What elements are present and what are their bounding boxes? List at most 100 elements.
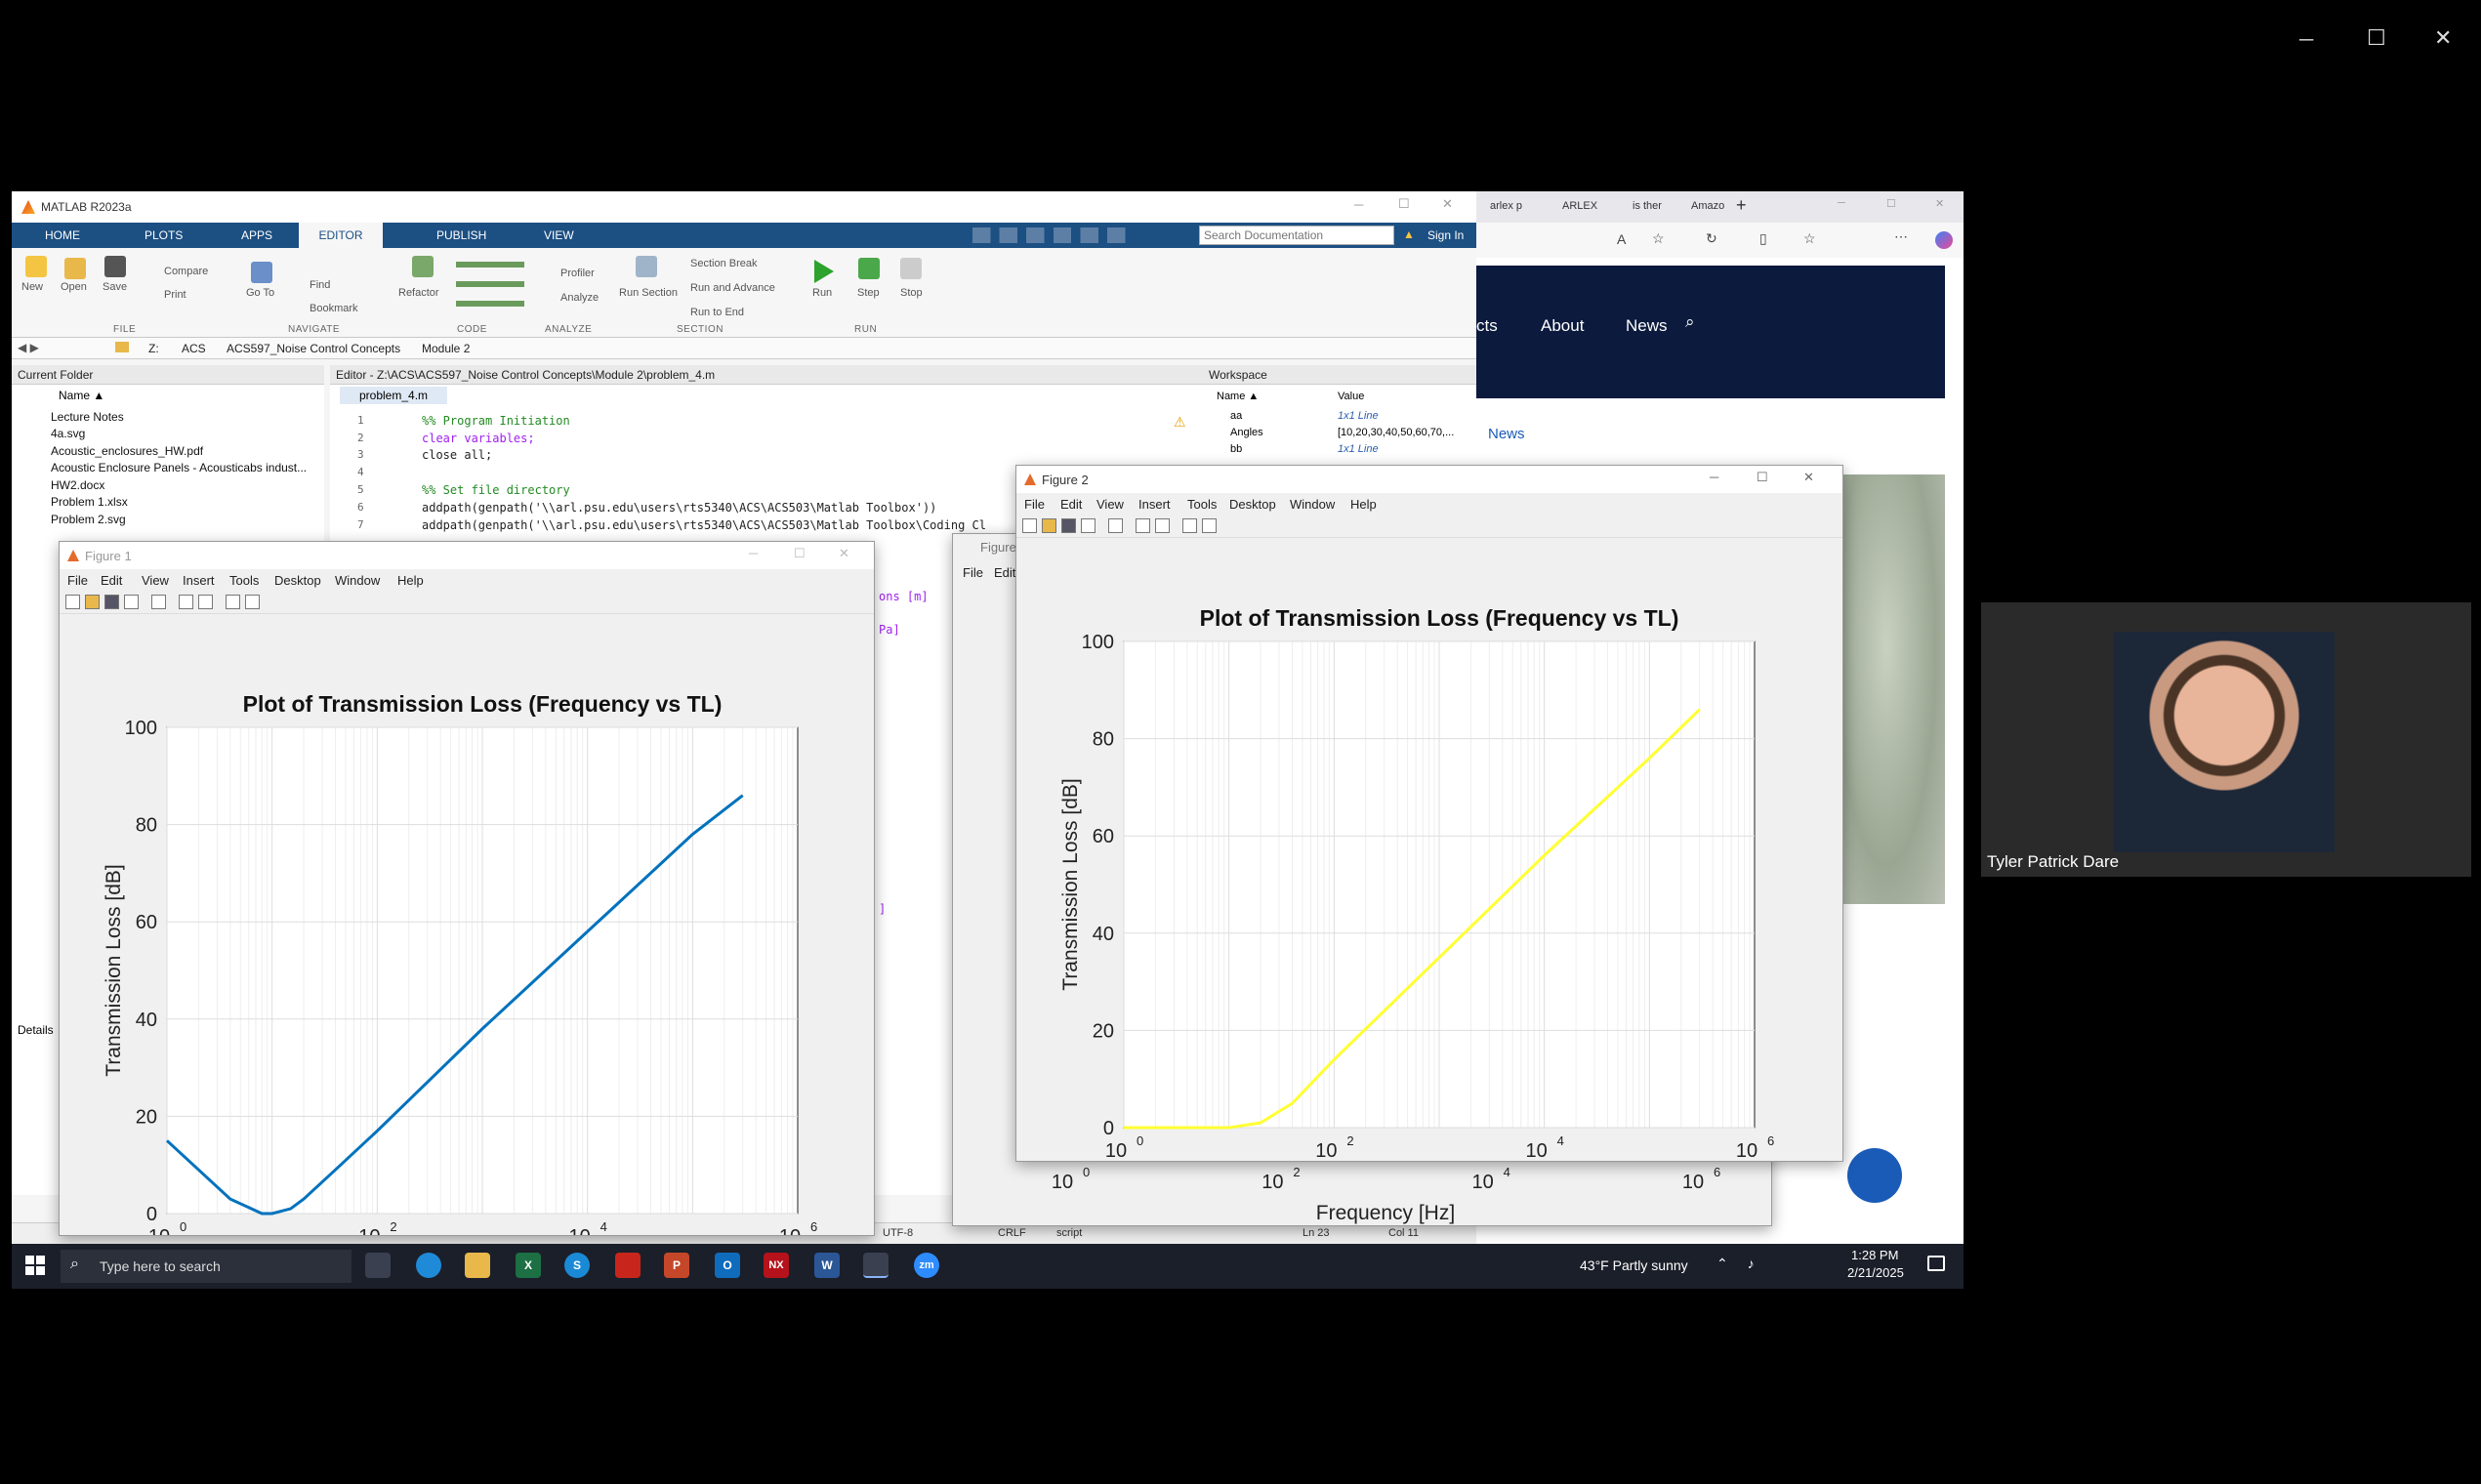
tab-home[interactable]: HOME xyxy=(45,228,80,242)
new-figure-icon[interactable] xyxy=(65,595,80,609)
copilot-icon[interactable] xyxy=(1935,231,1953,249)
menu-window[interactable]: Window xyxy=(1290,497,1335,512)
nav-products[interactable]: cts xyxy=(1476,316,1498,336)
pointer-icon[interactable] xyxy=(1182,518,1197,533)
browser-tab[interactable]: is ther xyxy=(1633,200,1662,212)
clock-time[interactable]: 1:28 PM xyxy=(1851,1248,1898,1262)
word-icon[interactable]: W xyxy=(814,1253,840,1278)
open-file-icon[interactable] xyxy=(85,595,100,609)
acrobat-icon[interactable] xyxy=(615,1253,641,1278)
maximize-button[interactable]: ☐ xyxy=(1398,196,1410,212)
refactor-button[interactable]: Refactor xyxy=(398,287,439,299)
section-break-button[interactable]: Section Break xyxy=(690,258,757,269)
new-icon[interactable] xyxy=(25,256,47,277)
menu-help[interactable]: Help xyxy=(397,573,424,588)
open-button[interactable]: Open xyxy=(61,281,87,293)
sign-in-link[interactable]: Sign In xyxy=(1427,228,1464,242)
code-line[interactable]: addpath(genpath('\\arl.psu.edu\users\rts… xyxy=(422,501,936,515)
menu-file[interactable]: File xyxy=(1024,497,1045,512)
print-button[interactable]: Print xyxy=(164,289,186,301)
colorbar-icon[interactable] xyxy=(179,595,193,609)
bell-icon[interactable]: ▲ xyxy=(1403,227,1415,241)
save-figure-icon[interactable] xyxy=(1061,518,1076,533)
save-button[interactable]: Save xyxy=(103,281,127,293)
details-label[interactable]: Details xyxy=(18,1023,54,1037)
tab-plots[interactable]: PLOTS xyxy=(145,228,183,242)
figure1-close-button[interactable]: ✕ xyxy=(839,546,849,561)
step-button[interactable]: Step xyxy=(857,287,880,299)
open-icon[interactable] xyxy=(64,258,86,279)
back-icon[interactable]: ◀ ▶ xyxy=(18,341,39,354)
legend-icon[interactable] xyxy=(1155,518,1170,533)
code-tools-icon[interactable] xyxy=(456,256,524,314)
new-button[interactable]: New xyxy=(21,281,43,293)
menu-edit[interactable]: Edit xyxy=(101,573,122,588)
address-bar[interactable]: ◀ ▶ Z: ACS ACS597_Noise Control Concepts… xyxy=(12,338,1476,359)
editor-tab[interactable]: problem_4.m xyxy=(340,387,448,404)
step-icon[interactable] xyxy=(858,258,880,279)
menu-desktop[interactable]: Desktop xyxy=(1229,497,1276,512)
find-button[interactable]: Find xyxy=(310,279,330,291)
workspace-var-name[interactable]: aa xyxy=(1230,410,1242,422)
outer-minimize-button[interactable]: ─ xyxy=(2299,29,2313,52)
workspace-var-name[interactable]: Angles xyxy=(1230,427,1263,438)
tab-view[interactable]: VIEW xyxy=(544,228,574,242)
path-segment-acs[interactable]: ACS xyxy=(182,342,206,355)
refactor-icon[interactable] xyxy=(412,256,434,277)
menu-tools[interactable]: Tools xyxy=(1187,497,1217,512)
figure2-close-button[interactable]: ✕ xyxy=(1803,470,1814,485)
bookmark-button[interactable]: Bookmark xyxy=(310,303,358,314)
menu-insert[interactable]: Insert xyxy=(183,573,215,588)
nav-about[interactable]: About xyxy=(1541,316,1584,336)
more-icon[interactable]: ⋯ xyxy=(1894,228,1908,245)
figure1-minimize-button[interactable]: ─ xyxy=(749,546,758,560)
favorite-icon[interactable]: ☆ xyxy=(1652,230,1665,247)
stop-button[interactable]: Stop xyxy=(900,287,923,299)
figure1-maximize-button[interactable]: ☐ xyxy=(794,546,806,561)
browser-close-button[interactable]: ✕ xyxy=(1935,197,1944,210)
path-segment-course[interactable]: ACS597_Noise Control Concepts xyxy=(227,342,400,355)
pointer-icon[interactable] xyxy=(226,595,240,609)
weather-widget[interactable]: 43°F Partly sunny xyxy=(1580,1257,1688,1273)
code-line[interactable]: clear variables; xyxy=(422,432,535,445)
browser-minimize-button[interactable]: ─ xyxy=(1838,197,1845,209)
path-segment-drive[interactable]: Z: xyxy=(148,342,159,355)
run-button[interactable]: Run xyxy=(812,287,832,299)
browser-maximize-button[interactable]: ☐ xyxy=(1886,197,1896,210)
property-editor-icon[interactable] xyxy=(245,595,260,609)
menu-view[interactable]: View xyxy=(1096,497,1124,512)
minimize-button[interactable]: ─ xyxy=(1354,197,1363,212)
run-section-button[interactable]: Run Section xyxy=(619,287,678,299)
menu-view[interactable]: View xyxy=(142,573,169,588)
tab-apps[interactable]: APPS xyxy=(241,228,272,242)
goto-button[interactable]: Go To xyxy=(246,287,274,299)
workspace-value-col[interactable]: Value xyxy=(1338,391,1364,402)
figure2-minimize-button[interactable]: ─ xyxy=(1710,470,1718,484)
outer-maximize-button[interactable]: ☐ xyxy=(2367,25,2386,51)
print-figure-icon[interactable] xyxy=(1081,518,1096,533)
run-and-advance-button[interactable]: Run and Advance xyxy=(690,282,775,294)
file-item[interactable]: Problem 2.svg xyxy=(51,513,126,526)
file-item[interactable]: Problem 1.xlsx xyxy=(51,495,128,509)
browser-tab[interactable]: arlex p xyxy=(1490,200,1522,212)
favorites-icon[interactable]: ☆ xyxy=(1803,230,1816,247)
file-item[interactable]: HW2.docx xyxy=(51,478,104,492)
menu-edit[interactable]: Edit xyxy=(1060,497,1082,512)
new-tab-button[interactable]: + xyxy=(1736,195,1747,216)
close-button[interactable]: ✕ xyxy=(1442,196,1453,212)
save-icon[interactable] xyxy=(104,256,126,277)
search-icon[interactable]: ⌕ xyxy=(1685,312,1695,332)
split-screen-icon[interactable]: ▯ xyxy=(1759,230,1767,247)
menu-window[interactable]: Window xyxy=(335,573,380,588)
warning-icon[interactable]: ⚠ xyxy=(1174,414,1186,431)
analyze-button[interactable]: Analyze xyxy=(560,292,599,304)
notification-icon[interactable] xyxy=(1927,1256,1945,1271)
browser-tab[interactable]: ARLEX xyxy=(1562,200,1597,212)
nx-icon[interactable]: NX xyxy=(764,1253,789,1278)
figure2-maximize-button[interactable]: ☐ xyxy=(1757,470,1768,485)
link-plot-icon[interactable] xyxy=(151,595,166,609)
menu-help[interactable]: Help xyxy=(1350,497,1377,512)
taskbar-search[interactable]: ⌕ Type here to search xyxy=(61,1250,351,1283)
read-aloud-icon[interactable]: A xyxy=(1617,231,1626,247)
code-line[interactable]: %% Set file directory xyxy=(422,483,570,497)
